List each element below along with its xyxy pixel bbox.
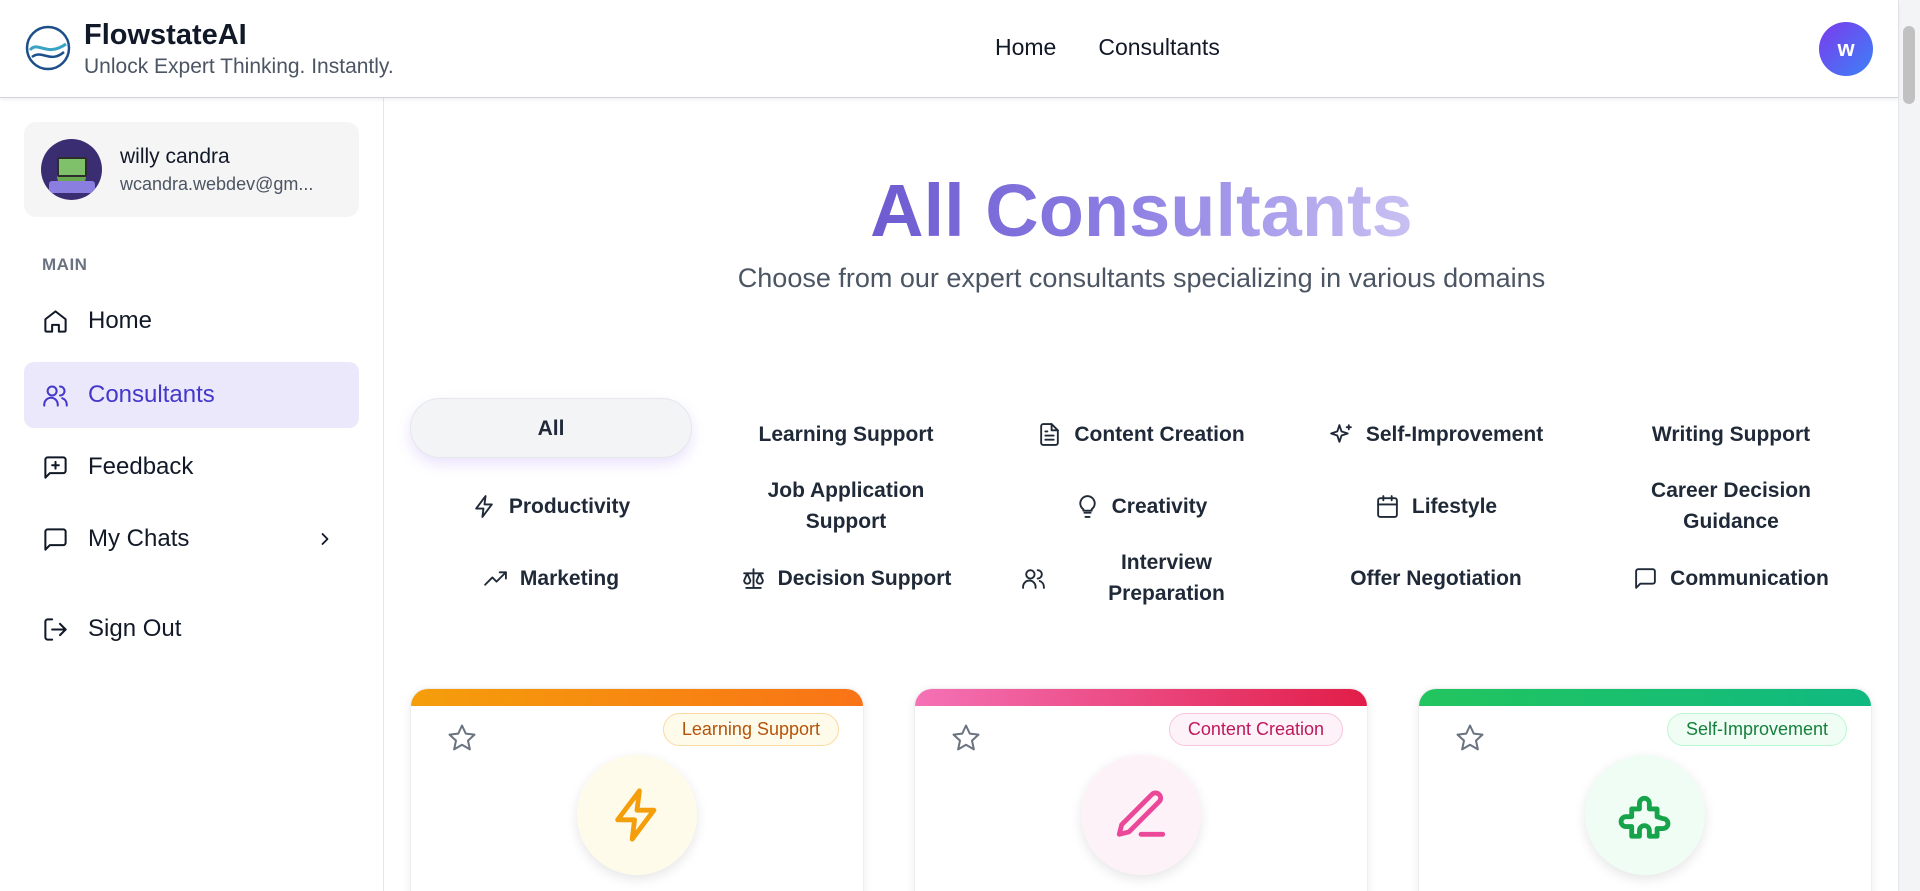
scrollbar-thumb[interactable] [1903,26,1915,104]
brand-name: FlowstateAI [84,19,247,51]
star-favorite-icon[interactable] [1455,723,1485,753]
card-icon [577,755,697,875]
user-email: wcandra.webdev@gm... [120,173,314,194]
main-content: All Consultants Choose from our expert c… [385,98,1898,891]
home-icon [44,309,67,333]
consultant-cards: Learning Support Content Creation Self-I… [410,688,1872,891]
category-marketing[interactable]: Marketing [410,542,692,614]
card-icon [1081,755,1201,875]
category-badge: Self-Improvement [1666,713,1847,746]
category-badge: Learning Support [662,713,839,746]
consultant-card[interactable]: Content Creation [914,688,1368,891]
top-header: FlowstateAI Unlock Expert Thinking. Inst… [0,0,1898,98]
file-text-icon [1040,422,1060,446]
category-interview-preparation[interactable]: Interview Preparation [1000,542,1282,614]
sidebar: willy candra wcandra.webdev@gm... MAIN H… [0,98,384,891]
brand[interactable]: FlowstateAI Unlock Expert Thinking. Inst… [24,18,394,82]
zap-icon [475,494,493,518]
calendar-icon [1377,494,1398,518]
category-writing-support[interactable]: Writing Support [1590,398,1872,470]
category-decision-support[interactable]: Decision Support [705,542,987,614]
trending-up-icon [484,570,507,586]
sidebar-item-label: My Chats [88,525,190,552]
user-profile-card[interactable]: willy candra wcandra.webdev@gm... [24,122,359,217]
consultant-card[interactable]: Self-Improvement [1418,688,1872,891]
topnav-consultants-link[interactable]: Consultants [1098,34,1219,61]
category-filter: All Learning Support Content Creation Se… [410,398,1870,614]
category-badge: Content Creation [1168,713,1343,746]
zap-icon [615,788,657,842]
category-content-creation[interactable]: Content Creation [1000,398,1282,470]
category-all[interactable]: All [410,398,692,458]
sidebar-item-label: Sign Out [88,615,182,642]
card-icon [1585,755,1705,875]
flowstate-logo-icon [25,25,71,71]
sidebar-item-my-chats[interactable]: My Chats [24,506,359,572]
log-out-icon [44,617,67,641]
category-communication[interactable]: Communication [1590,542,1872,614]
consultant-card[interactable]: Learning Support [410,688,864,891]
user-avatar-button[interactable]: w [1819,22,1873,76]
sidebar-item-home[interactable]: Home [24,288,359,354]
top-nav: Home Consultants [995,34,1220,61]
category-career-decision-guidance[interactable]: Career Decision Guidance [1590,470,1872,542]
avatar [41,139,102,200]
user-name: willy candra [120,144,230,168]
chevron-right-icon[interactable] [315,529,335,549]
message-square-icon [44,527,67,551]
star-favorite-icon[interactable] [447,723,477,753]
category-job-application-support[interactable]: Job Application Support [705,470,987,542]
puzzle-icon [1618,795,1671,839]
section-label-main: MAIN [42,255,88,274]
sidebar-item-consultants[interactable]: Consultants [24,362,359,428]
star-favorite-icon[interactable] [951,723,981,753]
sidebar-item-label: Feedback [88,453,194,480]
page-subtitle: Choose from our expert consultants speci… [737,263,1546,293]
sidebar-item-sign-out[interactable]: Sign Out [24,596,359,662]
page-title: All Consultants [870,169,1413,252]
sidebar-item-label: Consultants [88,381,215,408]
category-offer-negotiation[interactable]: Offer Negotiation [1295,542,1577,614]
lightbulb-icon [1079,494,1096,518]
users-icon [43,384,68,407]
sparkles-icon [1329,423,1352,443]
page-scrollbar[interactable] [1898,0,1920,891]
message-plus-icon [44,455,67,479]
category-creativity[interactable]: Creativity [1000,470,1282,542]
category-productivity[interactable]: Productivity [410,470,692,542]
sidebar-item-feedback[interactable]: Feedback [24,434,359,500]
category-self-improvement[interactable]: Self-Improvement [1295,398,1577,470]
users-icon [1021,568,1045,589]
message-square-icon [1635,567,1656,589]
topnav-home-link[interactable]: Home [995,34,1056,61]
scale-icon [742,567,764,589]
pen-icon [1116,790,1166,837]
category-lifestyle[interactable]: Lifestyle [1295,470,1577,542]
category-learning-support[interactable]: Learning Support [705,398,987,470]
brand-tagline: Unlock Expert Thinking. Instantly. [84,55,394,78]
sidebar-item-label: Home [88,307,153,334]
